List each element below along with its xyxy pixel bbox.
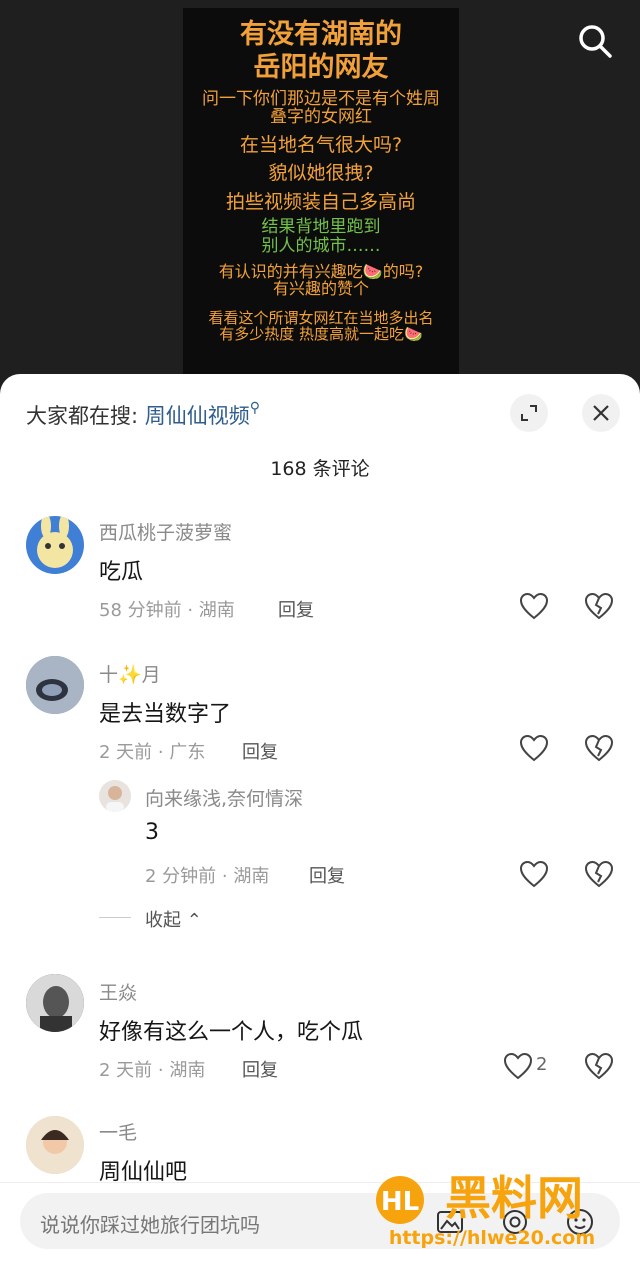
comment-author[interactable]: 向来缘浅,奈何情深	[145, 784, 303, 811]
watermark-url: https://hlwe20.com	[389, 1227, 595, 1249]
hot-search[interactable]: 大家都在搜: 周仙仙视频⚲	[26, 400, 260, 430]
close-button[interactable]	[582, 394, 620, 432]
reply-item: 向来缘浅,奈何情深 3 2 分钟前 · 湖南 回复	[0, 776, 640, 896]
chevron-up-icon: ⌃	[186, 910, 202, 931]
poster-line: 看看这个所谓女网红在当地多出名	[208, 308, 434, 327]
comment-meta: 2 分钟前 · 湖南	[145, 866, 270, 887]
poster-line: 有认识的并有兴趣吃🍉的吗?	[218, 261, 424, 281]
poster-line: 拍些视频装自己多高尚	[225, 190, 416, 213]
divider	[99, 917, 131, 918]
poster-line: 在当地名气很大吗?	[239, 133, 403, 156]
comment-count: 168 条评论	[270, 458, 370, 480]
poster-line: 问一下你们那边是不是有个姓周	[202, 89, 440, 109]
hot-search-keyword[interactable]: 周仙仙视频	[145, 404, 250, 428]
avatar[interactable]	[99, 780, 131, 812]
heart-icon[interactable]	[519, 592, 549, 620]
comment-meta: 58 分钟前 · 湖南	[99, 600, 235, 621]
avatar[interactable]	[26, 974, 84, 1032]
poster-line: 叠字的女网红	[270, 107, 372, 128]
reply-button[interactable]: 回复	[309, 862, 345, 888]
comment-author[interactable]: 王焱	[99, 978, 137, 1005]
like-count: 2	[536, 1054, 548, 1075]
broken-heart-icon[interactable]	[584, 860, 614, 888]
broken-heart-icon[interactable]	[584, 1052, 614, 1080]
comment-text: 好像有这么一个人，吃个瓜	[99, 1020, 364, 1045]
comment-author[interactable]: 十✨月	[99, 660, 161, 687]
reply-button[interactable]: 回复	[278, 596, 314, 622]
watermark-brand: 黑料网	[445, 1171, 583, 1225]
broken-heart-icon[interactable]	[584, 734, 614, 762]
poster-line: 有兴趣的赞个	[272, 279, 369, 299]
expand-icon	[521, 405, 537, 421]
comment-text: 是去当数字了	[99, 702, 232, 727]
close-icon	[593, 405, 609, 421]
comment-author[interactable]: 一毛	[99, 1118, 137, 1145]
poster-line: 别人的城市……	[261, 235, 381, 256]
svg-text:HL: HL	[381, 1187, 419, 1217]
comment-meta: 2 天前 · 广东	[99, 742, 206, 763]
search-icon: ⚲	[249, 400, 261, 416]
poster-line: 貌似她很拽?	[268, 162, 374, 185]
expand-button[interactable]	[510, 394, 548, 432]
heart-icon[interactable]	[503, 1052, 533, 1080]
avatar[interactable]	[26, 1116, 84, 1174]
watermark: HL 黑料网 https://hlwe20.com	[372, 1164, 612, 1256]
comment-item: 西瓜桃子菠萝蜜 吃瓜 58 分钟前 · 湖南 回复	[0, 510, 640, 630]
reply-button[interactable]: 回复	[242, 738, 278, 764]
search-icon[interactable]	[576, 22, 614, 60]
heart-icon[interactable]	[519, 860, 549, 888]
broken-heart-icon[interactable]	[584, 592, 614, 620]
comment-input-placeholder: 说说你踩过她旅行团坑吗	[40, 1213, 260, 1237]
comment-author[interactable]: 西瓜桃子菠萝蜜	[99, 518, 232, 545]
collapse-label: 收起	[145, 910, 181, 931]
collapse-button[interactable]: 收起 ⌃	[145, 906, 202, 932]
poster-line: 有没有湖南的	[240, 19, 402, 50]
poster-line: 岳阳的网友	[253, 52, 389, 83]
hot-search-label: 大家都在搜:	[26, 404, 139, 428]
comment-item: 十✨月 是去当数字了 2 天前 · 广东 回复	[0, 652, 640, 772]
comment-meta: 2 天前 · 湖南	[99, 1060, 206, 1081]
video-poster: 有没有湖南的 岳阳的网友 问一下你们那边是不是有个姓周 叠字的女网红 在当地名气…	[183, 8, 459, 374]
heart-icon[interactable]	[519, 734, 549, 762]
reply-button[interactable]: 回复	[242, 1056, 278, 1082]
poster-line: 有多少热度 热度高就一起吃🍉	[219, 324, 423, 343]
comment-sheet: 大家都在搜: 周仙仙视频⚲ 168 条评论 西瓜桃子菠萝蜜 吃瓜 58 分钟前 …	[0, 374, 640, 1281]
comment-item: 王焱 好像有这么一个人，吃个瓜 2 天前 · 湖南 回复 2	[0, 970, 640, 1090]
comment-text: 3	[145, 820, 159, 845]
avatar[interactable]	[26, 656, 84, 714]
comment-text: 吃瓜	[99, 560, 144, 585]
video-area[interactable]: 有没有湖南的 岳阳的网友 问一下你们那边是不是有个姓周 叠字的女网红 在当地名气…	[0, 0, 640, 390]
avatar[interactable]	[26, 516, 84, 574]
poster-line: 结果背地里跑到	[261, 217, 381, 238]
